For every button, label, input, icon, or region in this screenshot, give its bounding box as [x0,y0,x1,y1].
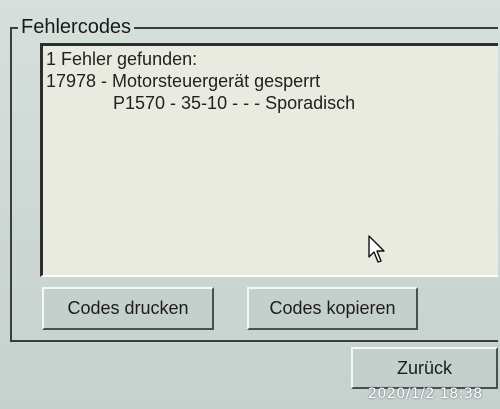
fault-output-panel: 1 Fehler gefunden: 17978 - Motorsteuerge… [40,43,498,277]
back-button[interactable]: Zurück [351,347,498,389]
fault-code-description: 17978 - Motorsteuergerät gesperrt [46,71,321,91]
fault-count-text: 1 Fehler gefunden: [46,49,198,69]
fault-code-detail: P1570 - 35-10 - - - Sporadisch [113,93,356,113]
mouse-pointer-icon [368,235,385,263]
diagnostic-screen: Fehlercodes 1 Fehler gefunden: 17978 - M… [0,0,500,409]
photo-timestamp: 2020/1/2 18:38 [368,386,483,402]
copy-codes-button[interactable]: Codes kopieren [247,287,418,330]
print-codes-button[interactable]: Codes drucken [42,287,214,330]
groupbox-title: Fehlercodes [18,15,135,39]
